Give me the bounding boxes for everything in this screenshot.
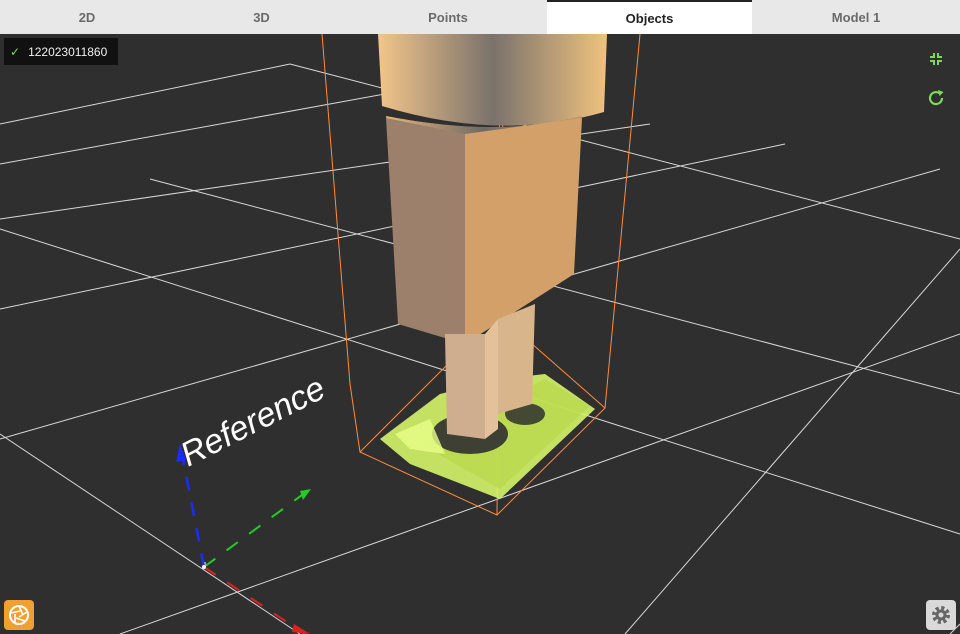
- scene-canvas[interactable]: Reference: [0, 34, 960, 634]
- camera-status-badge[interactable]: ✓ 122023011860: [4, 38, 118, 65]
- tab-2d[interactable]: 2D: [0, 0, 174, 34]
- gear-icon[interactable]: [926, 600, 956, 630]
- tab-objects[interactable]: Objects: [547, 0, 752, 34]
- view-tabs: 2D 3D Points Objects Model 1: [0, 0, 960, 35]
- tab-3d[interactable]: 3D: [174, 0, 349, 34]
- 3d-viewport[interactable]: Reference: [0, 34, 960, 634]
- camera-aperture-icon[interactable]: [4, 600, 34, 630]
- check-icon: ✓: [10, 44, 21, 59]
- collapse-icon[interactable]: [925, 48, 947, 70]
- camera-serial: 122023011860: [28, 44, 108, 59]
- tab-points[interactable]: Points: [349, 0, 547, 34]
- refresh-icon[interactable]: [925, 87, 947, 109]
- tab-model-1[interactable]: Model 1: [752, 0, 960, 34]
